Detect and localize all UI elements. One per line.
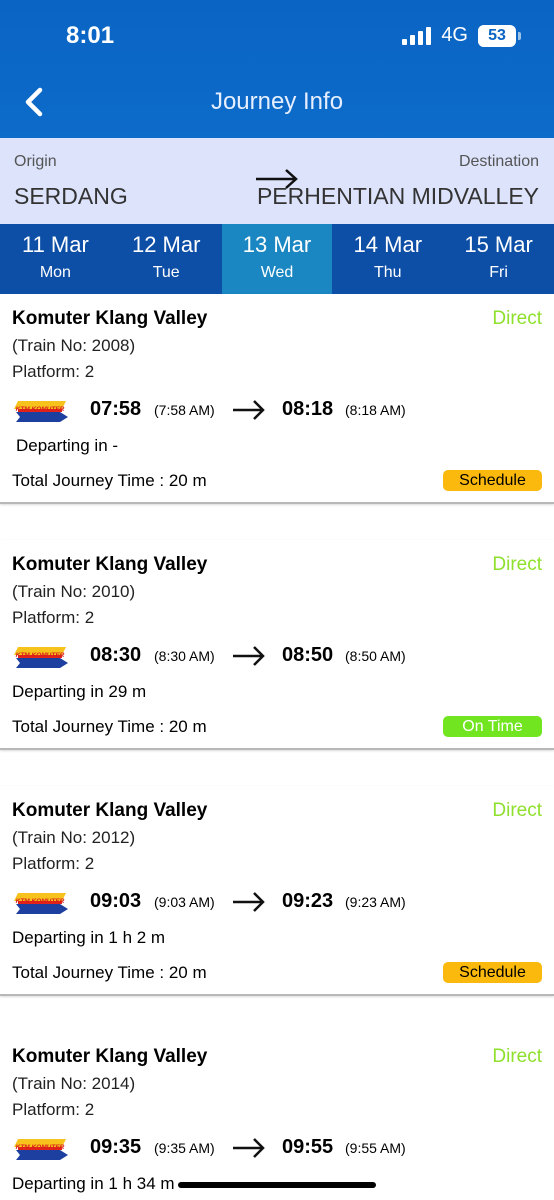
departure-time-12h: (9:03 AM) — [154, 894, 215, 910]
ktm-komuter-logo: KTM KOMUTER — [14, 647, 68, 668]
trip-service-name: Komuter Klang Valley — [12, 554, 208, 575]
total-journey-time: Total Journey Time : 20 m — [12, 717, 207, 736]
origin-label: Origin — [14, 153, 57, 170]
destination-station: PERHENTIAN MIDVALLEY — [256, 183, 539, 209]
svg-text:KTM KOMUTER: KTM KOMUTER — [16, 1144, 65, 1151]
date-day: 12 Mar — [131, 232, 201, 257]
trip-service-name: Komuter Klang Valley — [12, 308, 208, 329]
date-day: 14 Mar — [353, 232, 423, 257]
trip-service-name: Komuter Klang Valley — [12, 1046, 208, 1067]
status-indicators: 4G 53 — [402, 24, 521, 47]
train-number: (Train No: 2014) — [12, 1074, 136, 1093]
total-journey-time: Total Journey Time : 20 m — [12, 471, 207, 490]
status-badge: Schedule — [443, 470, 542, 491]
departure-time: 07:58 — [90, 398, 142, 420]
trip-type: Direct — [492, 1046, 542, 1067]
departure-time: 09:35 — [90, 1136, 142, 1158]
departing-in: Departing in - — [16, 436, 119, 455]
cellular-signal-icon — [402, 26, 432, 45]
status-time: 8:01 — [66, 22, 115, 49]
trip-card[interactable]: Komuter Klang Valley Direct (Train No: 2… — [0, 1032, 554, 1200]
network-type: 4G — [441, 24, 468, 46]
arrival-time: 09:55 — [282, 1136, 334, 1158]
platform: Platform: 2 — [12, 854, 95, 873]
departure-time: 08:30 — [90, 644, 142, 666]
battery-level: 53 — [488, 26, 506, 44]
date-weekday: Mon — [39, 264, 71, 281]
ktm-komuter-logo: KTM KOMUTER — [14, 893, 68, 914]
origin-station: SERDANG — [14, 183, 128, 209]
platform: Platform: 2 — [12, 362, 95, 381]
train-number: (Train No: 2008) — [12, 336, 136, 355]
date-tab-11-mar[interactable]: 11 Mar Mon — [0, 224, 111, 294]
date-day: 13 Mar — [242, 232, 312, 257]
arrow-right-icon — [233, 1138, 265, 1158]
date-weekday: Wed — [260, 264, 294, 281]
trip-type: Direct — [492, 554, 542, 575]
trip-card[interactable]: Komuter Klang Valley Direct (Train No: 2… — [0, 294, 554, 504]
trip-card[interactable]: Komuter Klang Valley Direct (Train No: 2… — [0, 786, 554, 996]
ktm-komuter-logo: KTM KOMUTER — [14, 1139, 68, 1160]
departure-time-12h: (7:58 AM) — [154, 402, 215, 418]
departing-in: Departing in 29 m — [12, 682, 147, 701]
date-tab-14-mar[interactable]: 14 Mar Thu — [332, 224, 443, 294]
trip-service-name: Komuter Klang Valley — [12, 800, 208, 821]
app-header: 8:01 4G 53 Journey Info — [0, 0, 554, 138]
total-journey-time: Total Journey Time : 20 m — [12, 963, 207, 982]
trip-card[interactable]: Komuter Klang Valley Direct (Train No: 2… — [0, 540, 554, 750]
train-number: (Train No: 2012) — [12, 828, 136, 847]
date-day: 15 Mar — [464, 232, 533, 257]
date-weekday: Thu — [374, 264, 402, 281]
arrow-right-icon — [233, 400, 265, 420]
departure-time-12h: (9:35 AM) — [154, 1140, 215, 1156]
arrow-right-icon — [233, 646, 265, 666]
departing-in: Departing in 1 h 34 m — [12, 1174, 175, 1193]
destination-label: Destination — [458, 153, 539, 170]
arrival-time-12h: (9:55 AM) — [345, 1140, 406, 1156]
status-badge: On Time — [443, 716, 542, 737]
date-tab-15-mar[interactable]: 15 Mar Fri — [443, 224, 554, 294]
departure-time: 09:03 — [90, 890, 142, 912]
svg-text:KTM KOMUTER: KTM KOMUTER — [16, 652, 65, 659]
svg-text:KTM KOMUTER: KTM KOMUTER — [16, 406, 65, 413]
date-tab-12-mar[interactable]: 12 Mar Tue — [111, 224, 222, 294]
train-number: (Train No: 2010) — [12, 582, 136, 601]
arrival-time-12h: (8:50 AM) — [345, 648, 406, 664]
departing-in: Departing in 1 h 2 m — [12, 928, 166, 947]
arrival-time-12h: (9:23 AM) — [345, 894, 406, 910]
departure-time-12h: (8:30 AM) — [154, 648, 215, 664]
trip-type: Direct — [492, 800, 542, 821]
arrow-right-icon — [233, 892, 265, 912]
platform: Platform: 2 — [12, 1100, 95, 1119]
svg-text:KTM KOMUTER: KTM KOMUTER — [16, 898, 65, 905]
home-indicator[interactable] — [178, 1182, 376, 1188]
page-title: Journey Info — [210, 88, 344, 115]
route-summary: Origin SERDANG Destination PERHENTIAN MI… — [0, 138, 554, 224]
date-tab-13-mar[interactable]: 13 Mar Wed — [221, 224, 333, 294]
arrival-time-12h: (8:18 AM) — [345, 402, 406, 418]
battery-icon: 53 — [478, 24, 521, 47]
date-weekday: Fri — [489, 264, 508, 281]
arrival-time: 08:18 — [282, 398, 334, 420]
date-selector: 11 Mar Mon 12 Mar Tue 13 Mar Wed 14 Mar … — [0, 224, 554, 294]
date-weekday: Tue — [152, 264, 180, 281]
arrival-time: 08:50 — [282, 644, 334, 666]
date-day: 11 Mar — [21, 232, 89, 257]
arrival-time: 09:23 — [282, 890, 334, 912]
platform: Platform: 2 — [12, 608, 95, 627]
ktm-komuter-logo: KTM KOMUTER — [14, 401, 68, 422]
status-badge: Schedule — [443, 962, 542, 983]
trip-type: Direct — [492, 308, 542, 329]
